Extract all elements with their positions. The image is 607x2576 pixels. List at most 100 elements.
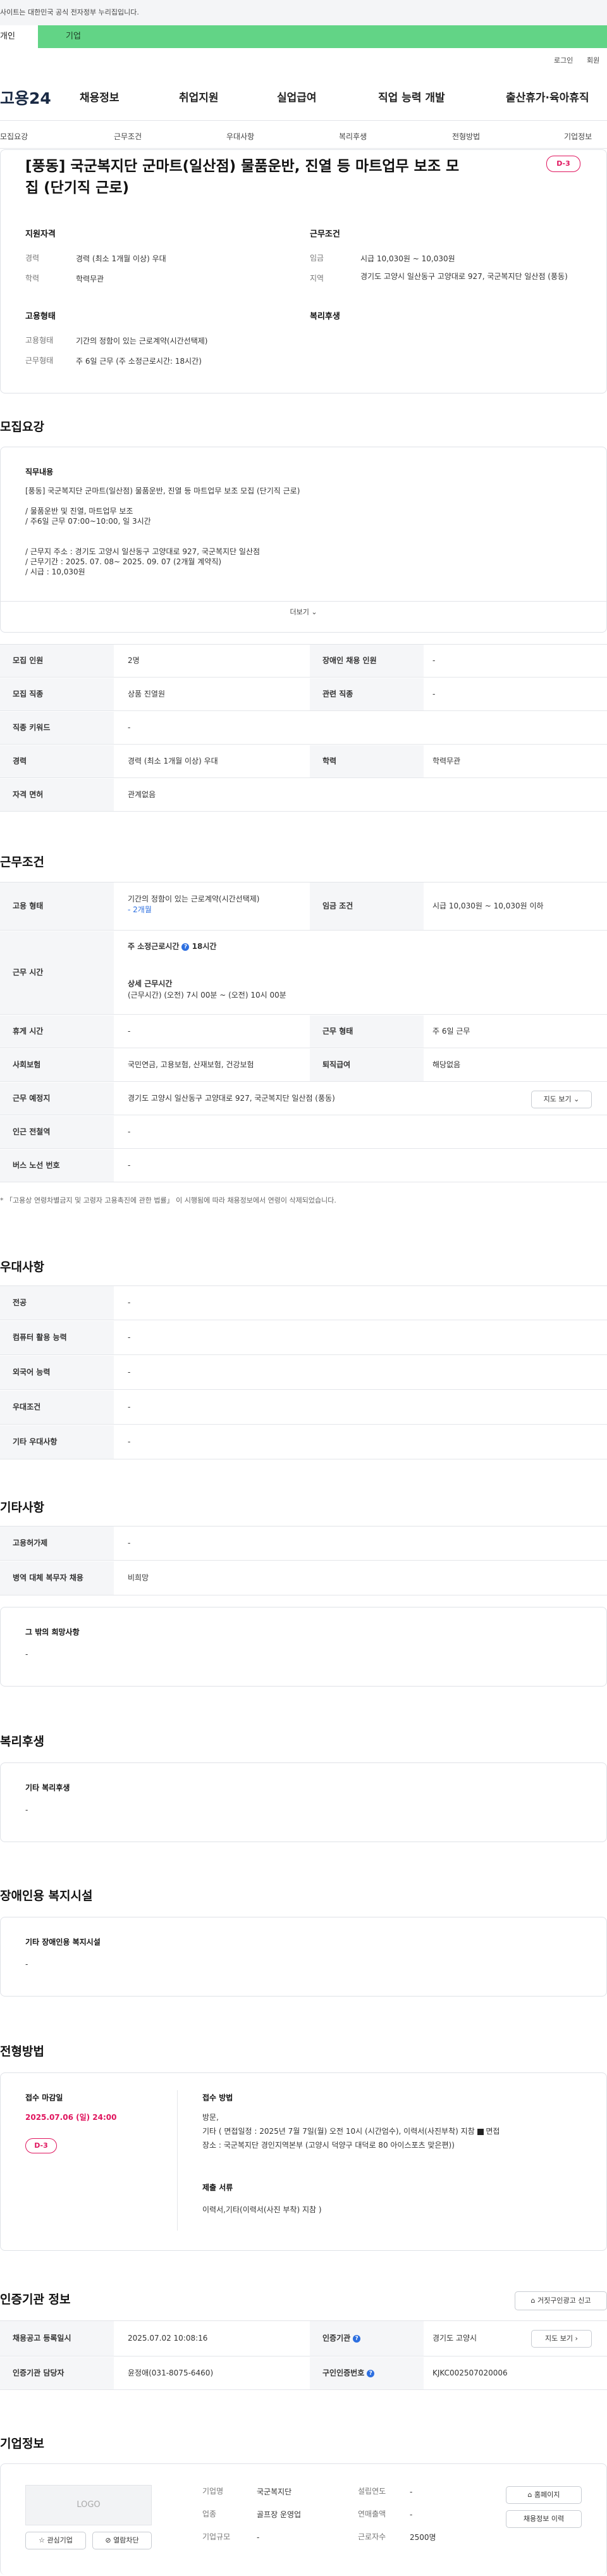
employment-type-label: 고용형태 (25, 336, 54, 345)
table-row: 고용허가제 - (0, 1526, 607, 1561)
help-icon[interactable]: ? (353, 2334, 361, 2343)
preference-condition-label: 우대조건 (0, 1390, 114, 1424)
employees-value: 2500명 (410, 2533, 436, 2542)
work-form-value: 주 6일 근무 (432, 1026, 470, 1036)
age-note: * 「고용상 연령차별금지 및 고령자 고용촉진에 관한 법률」 이 시행됨에 … (0, 1196, 336, 1204)
help-icon[interactable]: ? (181, 943, 190, 951)
block-company-button[interactable]: ⊘ 열람차단 (92, 2532, 152, 2549)
snb-tab-process[interactable]: 전형방법 (452, 132, 480, 142)
career-value: 경력 (최소 1개월 이상) 우대 (128, 756, 218, 765)
severance-value: 해당없음 (432, 1060, 461, 1069)
cert-number-value: KJKC002507020006 (432, 2368, 508, 2377)
deadline-heading: 접수 마감일 (25, 2093, 63, 2102)
gnb-item-jobs[interactable]: 채용정보 (80, 90, 120, 106)
section-title-disabled: 장애인용 복지시설 (0, 1889, 93, 1903)
snb-tab-preference[interactable]: 우대사항 (226, 132, 254, 142)
favorite-company-button[interactable]: ☆ 관심기업 (25, 2532, 86, 2549)
employment-type-value: 기간의 정함이 있는 근로계약(시간선택제) (76, 337, 208, 345)
wage-label: 임금 (310, 254, 324, 263)
snb-tab-recruit[interactable]: 모집요강 (0, 132, 28, 142)
duty-line: / 근무기간 : 2025. 07. 08~ 2025. 09. 07 (2개월… (25, 557, 222, 566)
other-wish-card (0, 1607, 607, 1687)
duty-line: / 시급 : 10,030원 (25, 567, 85, 576)
disabled-count-label: 장애인 채용 인원 (310, 645, 424, 677)
homepage-button[interactable]: ⌂ 홈페이지 (506, 2486, 582, 2504)
founded-label: 설립연도 (358, 2487, 386, 2496)
snb-tab-welfare[interactable]: 복리후생 (339, 132, 367, 142)
home-icon: ⌂ (527, 2491, 532, 2499)
snb-tab-company[interactable]: 기업정보 (564, 132, 592, 142)
table-row: 인근 전철역 - (0, 1116, 607, 1149)
rest-time-label: 휴게 시간 (0, 1015, 114, 1048)
report-button[interactable]: ⌂ 거짓구인광고 신고 (515, 2291, 607, 2310)
gnb-item-skills[interactable]: 직업 능력 개발 (378, 90, 445, 106)
table-row: 경력 경력 (최소 1개월 이상) 우대 학력 학력무관 (0, 745, 607, 778)
section-title-welfare: 복리후생 (0, 1735, 44, 1749)
section-title-agency: 인증기관 정보 (0, 2293, 71, 2307)
detail-hours-value: (근무시간) (오전) 7시 00분 ~ (오전) 10시 00분 (128, 990, 286, 1000)
login-link[interactable]: 로그인 (554, 56, 573, 66)
star-icon: ☆ (39, 2536, 45, 2544)
tab-company[interactable]: 기업 (66, 31, 81, 43)
employment-type-value: 기간의 정함이 있는 근로계약(시간선택제) (128, 895, 260, 903)
agency-manager-value: 윤정애(031-8075-6460) (128, 2368, 214, 2377)
site-logo[interactable]: 고용24 (0, 87, 51, 110)
section-title-preference: 우대사항 (0, 1260, 44, 1274)
join-link[interactable]: 회원 (587, 56, 599, 66)
agency-map-button[interactable]: 지도 보기 › (531, 2330, 592, 2348)
subway-value: - (128, 1127, 131, 1136)
industry-value: 골프장 운영업 (257, 2510, 302, 2519)
job-history-label: 채용정보 이력 (523, 2515, 565, 2523)
gnb-item-unemployment-benefit[interactable]: 실업급여 (277, 90, 317, 106)
employment-type-cell: 기간의 정함이 있는 근로계약(시간선택제) - 2개월 (128, 882, 260, 930)
computer-skill-label: 컴퓨터 활용 능력 (0, 1321, 114, 1354)
more-label: 더보기 (290, 608, 309, 616)
dday-badge: D-3 (546, 156, 580, 172)
docs-heading: 제출 서류 (202, 2183, 233, 2192)
user-type-tabs: 개인 기업 (0, 25, 607, 48)
tab-personal[interactable]: 개인 (0, 25, 38, 48)
work-hours-cell: 주 소정근로시간? 18시간 상세 근무시간 (근무시간) (오전) 7시 00… (128, 931, 286, 1014)
agency-value: 경기도 고양시 (432, 2333, 477, 2343)
gov-banner: 사이트는 대한민국 공식 전자정부 누리집입니다. (0, 0, 607, 25)
block-label: 열람차단 (113, 2536, 139, 2544)
section-title-etc: 기타사항 (0, 1501, 44, 1514)
bus-label: 버스 노선 번호 (0, 1149, 114, 1182)
wage-condition-label: 임금 조건 (310, 882, 424, 930)
table-row: 병역 대체 복무자 채용 비희망 (0, 1561, 607, 1595)
career-label: 경력 (0, 745, 114, 777)
method-heading: 접수 방법 (202, 2093, 233, 2102)
registered-at-label: 채용공고 등록일시 (0, 2321, 114, 2356)
sales-value: - (410, 2510, 413, 2519)
duty-line: / 주6일 근무 07:00~10:00, 일 3시간 (25, 517, 151, 526)
map-button[interactable]: 지도 보기 ⌄ (531, 1091, 592, 1108)
block-icon: ⊘ (105, 2536, 111, 2544)
duty-heading: 직무내용 (25, 468, 54, 476)
industry-label: 업종 (202, 2510, 217, 2518)
founded-value: - (410, 2487, 413, 2496)
snb-tab-conditions[interactable]: 근무조건 (114, 132, 142, 142)
job-title: [풍동] 국군복지단 군마트(일산점) 물품운반, 진열 등 마트업무 보조 모… (25, 158, 460, 196)
section-title-company: 기업정보 (0, 2437, 44, 2451)
preference-condition-value: - (128, 1402, 131, 1411)
disabled-value: - (25, 1960, 28, 1969)
company-logo: LOGO (25, 2485, 152, 2525)
gnb-item-employment-support[interactable]: 취업지원 (179, 90, 219, 106)
military-service-label: 병역 대체 복무자 채용 (0, 1561, 114, 1595)
section-title-conditions: 근무조건 (0, 855, 44, 869)
bus-value: - (128, 1160, 131, 1170)
recruit-count-value: 2명 (128, 655, 140, 665)
other-wish-heading: 그 밖의 희망사항 (25, 1628, 80, 1637)
major-value: - (128, 1297, 131, 1307)
section-title-process: 전형방법 (0, 2045, 44, 2059)
gov-banner-text: 사이트는 대한민국 공식 전자정부 누리집입니다. (0, 8, 139, 16)
map-button-label: 지도 보기 (543, 1095, 572, 1103)
method-detail: 기타 ( 면접일정 : 2025년 7월 7일(월) 오전 10시 (시간엄수)… (202, 2126, 582, 2137)
more-button[interactable]: 더보기 ⌄ (0, 607, 607, 617)
job-history-button[interactable]: 채용정보 이력 (506, 2510, 582, 2528)
job-type-label: 모집 직종 (0, 678, 114, 710)
employment-period-value: - 2개월 (128, 905, 152, 915)
table-row: 사회보험 국민연금, 고용보험, 산재보험, 건강보험 퇴직급여 해당없음 (0, 1049, 607, 1082)
help-icon[interactable]: ? (367, 2369, 375, 2377)
gnb-item-parental-leave[interactable]: 출산휴가·육아휴직 (506, 90, 589, 106)
